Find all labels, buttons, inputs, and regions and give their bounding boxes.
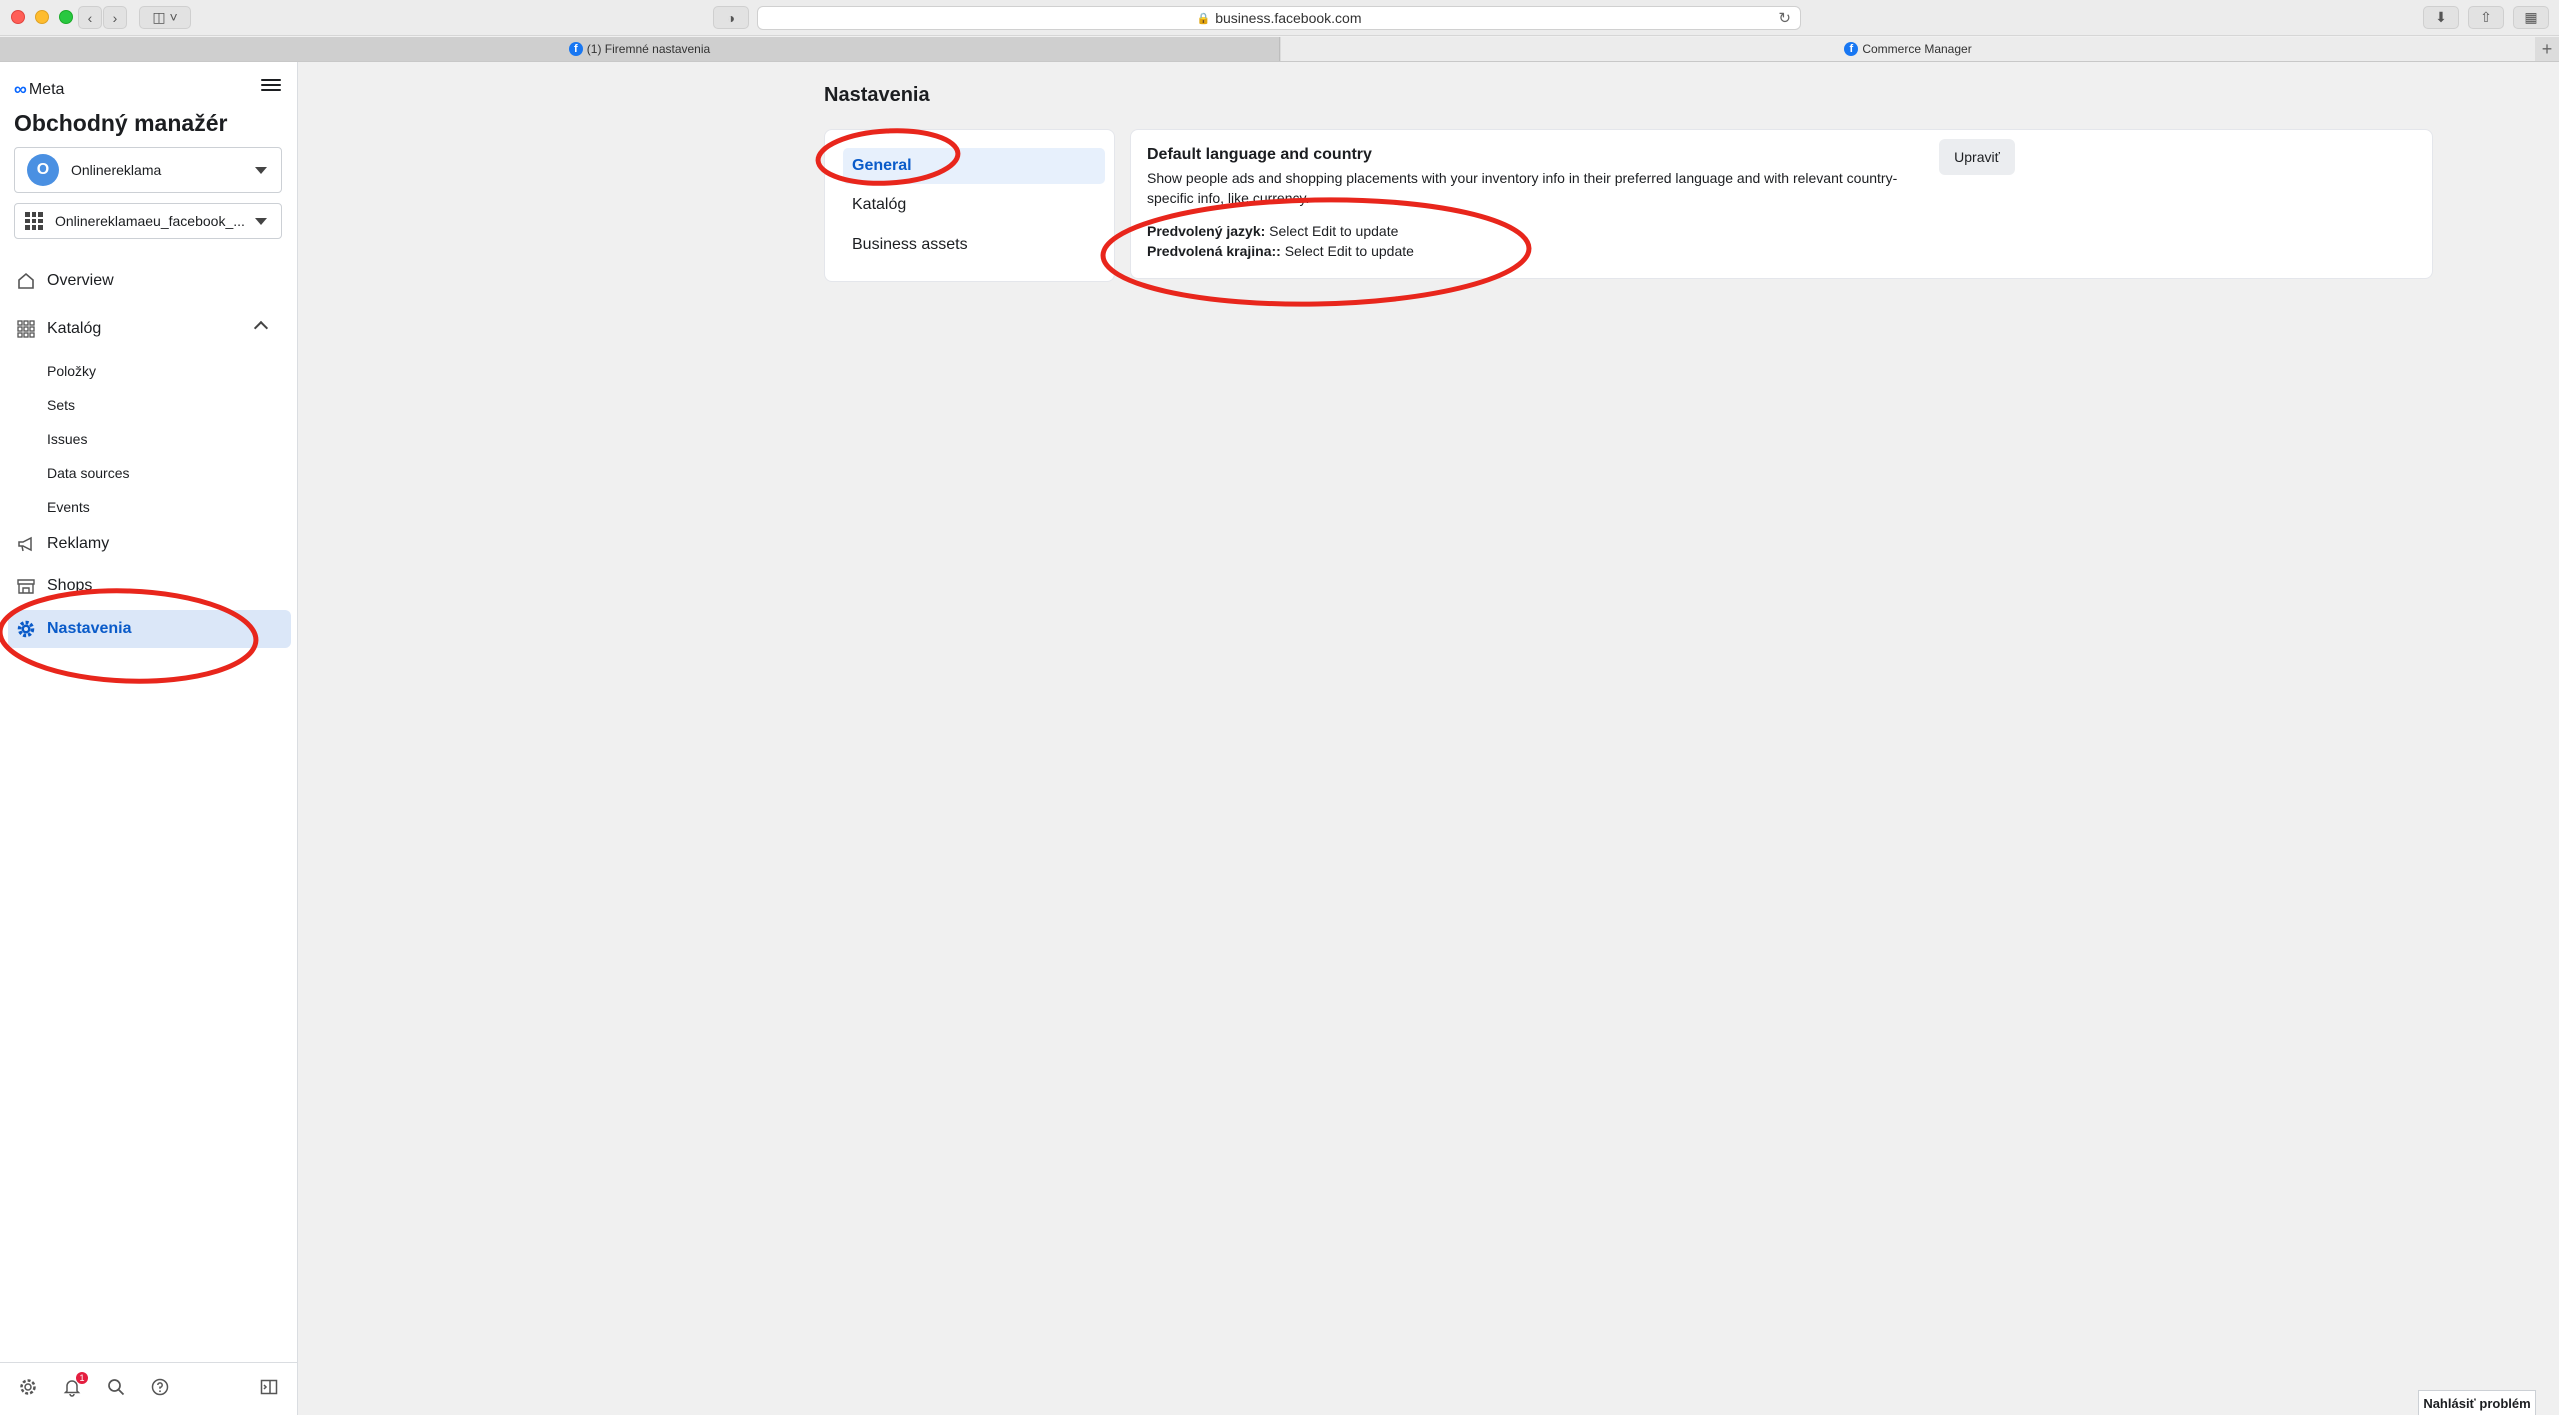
- business-account-select[interactable]: O Onlinereklama: [14, 147, 282, 193]
- settings-button[interactable]: [16, 1377, 40, 1401]
- default-language-label: Predvolený jazyk:: [1147, 223, 1266, 239]
- sidebar-icon: ◫ ˅: [152, 9, 178, 25]
- sidebar-footer: 1: [0, 1362, 298, 1415]
- home-icon: [16, 271, 36, 291]
- default-country-label: Predvolená krajina::: [1147, 243, 1281, 259]
- megaphone-icon: [16, 534, 36, 554]
- shop-icon: [16, 576, 36, 596]
- catalog-name: Onlinereklamaeu_facebook_...: [55, 213, 245, 229]
- gear-icon: [18, 1377, 38, 1402]
- help-button[interactable]: [148, 1377, 172, 1401]
- sidebar-subitem-data-sources[interactable]: Data sources: [47, 465, 129, 481]
- share-button[interactable]: ⇧: [2468, 6, 2504, 29]
- back-button[interactable]: ‹: [78, 6, 102, 29]
- business-account-name: Onlinereklama: [71, 162, 162, 178]
- lock-icon: 🔒: [1196, 12, 1211, 25]
- sidebar-item-label: Nastavenia: [47, 620, 132, 637]
- download-icon: ⬇: [2435, 9, 2447, 25]
- settings-nav: General Katalóg Business assets: [824, 129, 1115, 282]
- browser-tab-2[interactable]: f Commerce Manager: [1281, 37, 2535, 61]
- settings-tab-catalog[interactable]: Katalóg: [843, 187, 1105, 223]
- sidebar: ∞ Meta Obchodný manažér O Onlinereklama …: [0, 62, 298, 1415]
- report-problem-button[interactable]: Nahlásiť problém: [2418, 1390, 2536, 1415]
- page-title: Nastavenia: [824, 84, 930, 106]
- settings-tab-business-assets[interactable]: Business assets: [843, 227, 1105, 263]
- meta-infinity-icon: ∞: [14, 79, 27, 99]
- card-description: Show people ads and shopping placements …: [1147, 170, 1898, 206]
- edit-button[interactable]: Upraviť: [1939, 139, 2015, 175]
- tab-label: (1) Firemné nastavenia: [586, 42, 711, 56]
- tabs-grid-icon: ▦: [2524, 9, 2538, 25]
- sidebar-item-label: Reklamy: [47, 535, 110, 552]
- caret-down-icon: [255, 218, 267, 225]
- sidebar-toggle-button[interactable]: ◫ ˅: [139, 6, 191, 29]
- facebook-favicon-icon: f: [568, 42, 583, 56]
- sidebar-item-label: Overview: [47, 272, 114, 289]
- sidebar-item-shops[interactable]: Shops: [0, 567, 298, 605]
- gear-icon: [16, 619, 36, 639]
- search-icon: [106, 1377, 126, 1402]
- menu-button[interactable]: [261, 76, 281, 96]
- chevron-right-icon: ›: [112, 9, 118, 26]
- collapse-sidebar-button[interactable]: [257, 1377, 281, 1401]
- sidebar-item-overview[interactable]: Overview: [0, 262, 298, 300]
- caret-down-icon: [255, 167, 267, 174]
- privacy-button[interactable]: ◑: [713, 6, 749, 29]
- browser-tab-1[interactable]: f (1) Firemné nastavenia: [0, 37, 1280, 61]
- sidebar-subitem-issues[interactable]: Issues: [47, 431, 87, 447]
- default-country-value: Select Edit to update: [1284, 243, 1414, 259]
- new-tab-button[interactable]: +: [2535, 37, 2559, 61]
- sidebar-subitem-items[interactable]: Položky: [47, 363, 96, 379]
- tab-bar: f (1) Firemné nastavenia f Commerce Mana…: [0, 37, 2559, 62]
- hamburger-icon: [261, 79, 281, 91]
- default-language-value: Select Edit to update: [1269, 223, 1399, 239]
- sidebar-item-ads[interactable]: Reklamy: [0, 525, 298, 563]
- maximize-window-button[interactable]: [59, 10, 73, 24]
- sidebar-subitem-events[interactable]: Events: [47, 499, 90, 515]
- tab-label: Commerce Manager: [1862, 42, 1972, 56]
- avatar: O: [27, 154, 59, 186]
- url-text: business.facebook.com: [1215, 10, 1362, 26]
- browser-toolbar: ‹ › ◫ ˅ ◑ 🔒 business.facebook.com ↻ ⬇ ⇧ …: [0, 0, 2559, 36]
- card-title: Default language and country: [1147, 146, 1372, 163]
- close-window-button[interactable]: [11, 10, 25, 24]
- sidebar-subitem-sets[interactable]: Sets: [47, 397, 75, 413]
- shield-icon: ◑: [726, 9, 736, 26]
- default-country-row: Predvolená krajina:: Select Edit to upda…: [1147, 243, 1414, 259]
- sidebar-item-label: Katalóg: [47, 320, 102, 337]
- app-title: Obchodný manažér: [14, 110, 228, 136]
- notifications-button[interactable]: 1: [60, 1372, 88, 1401]
- catalog-grid-icon: [16, 319, 36, 339]
- meta-logo-text: Meta: [28, 80, 65, 98]
- tab-overview-button[interactable]: ▦: [2513, 6, 2549, 29]
- meta-logo: ∞ Meta: [14, 79, 64, 100]
- share-icon: ⇧: [2480, 9, 2492, 25]
- chevron-up-icon[interactable]: [253, 320, 269, 336]
- downloads-button[interactable]: ⬇: [2423, 6, 2459, 29]
- settings-tab-general[interactable]: General: [843, 148, 1105, 184]
- panel-icon: [259, 1377, 279, 1402]
- catalog-grid-icon: [25, 212, 43, 230]
- sidebar-item-catalog[interactable]: Katalóg: [0, 310, 298, 348]
- sidebar-item-label: Shops: [47, 577, 93, 594]
- search-button[interactable]: [104, 1377, 128, 1401]
- plus-icon: +: [2541, 38, 2553, 59]
- default-language-row: Predvolený jazyk: Select Edit to update: [1147, 223, 1398, 239]
- language-country-card: Default language and country Show people…: [1130, 129, 2433, 279]
- minimize-window-button[interactable]: [35, 10, 49, 24]
- chevron-left-icon: ‹: [87, 9, 93, 26]
- notification-badge: 1: [76, 1372, 88, 1384]
- catalog-select[interactable]: Onlinereklamaeu_facebook_...: [14, 203, 282, 239]
- facebook-favicon-icon: f: [1844, 42, 1859, 56]
- help-icon: [150, 1377, 170, 1402]
- forward-button[interactable]: ›: [103, 6, 127, 29]
- sidebar-item-settings[interactable]: Nastavenia: [8, 610, 291, 648]
- reload-icon[interactable]: ↻: [1778, 9, 1791, 27]
- address-bar[interactable]: 🔒 business.facebook.com ↻: [757, 6, 1801, 30]
